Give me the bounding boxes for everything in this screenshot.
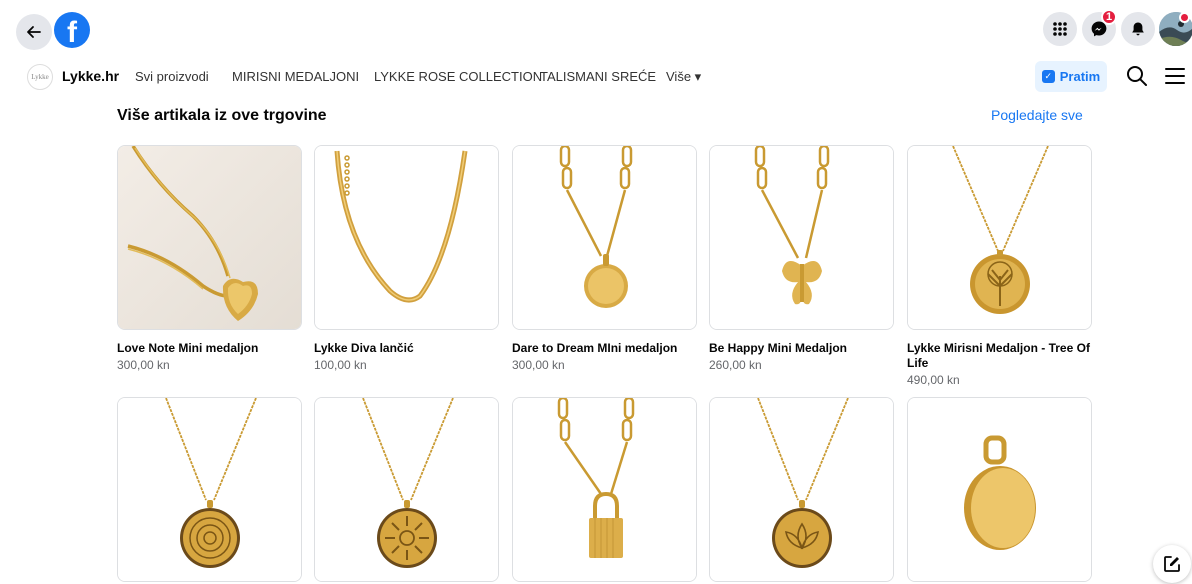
nav-link-rose-collection[interactable]: LYKKE ROSE COLLECTION [374, 69, 542, 84]
nav-link-scented-medallions[interactable]: MIRISNI MEDALJONI [232, 69, 359, 84]
back-button[interactable] [16, 14, 52, 50]
product-image [907, 145, 1092, 330]
product-image [117, 397, 302, 582]
search-button[interactable] [1124, 63, 1150, 89]
product-price: 300,00 kn [512, 358, 565, 372]
product-card[interactable] [314, 397, 499, 582]
avatar-notification-dot [1179, 12, 1190, 23]
section-title: Više artikala iz ove trgovine [117, 107, 327, 124]
search-icon [1127, 66, 1147, 86]
product-image [512, 145, 697, 330]
product-card[interactable]: Be Happy Mini Medaljon 260,00 kn [709, 145, 894, 372]
product-name: Love Note Mini medaljon [117, 341, 259, 355]
compose-icon [1164, 556, 1180, 572]
product-image [907, 397, 1092, 582]
follow-label: Pratim [1059, 69, 1101, 84]
top-bar: f 1 [0, 0, 1192, 58]
shop-logo-text: Lykke [31, 73, 49, 81]
nav-link-all-products[interactable]: Svi proizvodi [135, 69, 209, 84]
notifications-button[interactable] [1121, 12, 1155, 46]
product-card[interactable]: Dare to Dream MIni medaljon 300,00 kn [512, 145, 697, 372]
product-card[interactable]: Love Note Mini medaljon 300,00 kn [117, 145, 302, 372]
hamburger-icon [1165, 68, 1185, 84]
messenger-badge: 1 [1101, 9, 1117, 25]
new-message-button[interactable] [1153, 545, 1191, 583]
product-image [314, 145, 499, 330]
facebook-logo-letter: f [67, 16, 77, 49]
product-card[interactable] [709, 397, 894, 582]
grid-menu-icon [1053, 22, 1067, 36]
check-icon: ✓ [1041, 70, 1055, 83]
bell-icon [1132, 22, 1144, 36]
product-image [512, 397, 697, 582]
product-card[interactable] [907, 397, 1092, 582]
hamburger-menu-button[interactable] [1165, 65, 1185, 87]
product-price: 300,00 kn [117, 358, 170, 372]
product-name: Be Happy Mini Medaljon [709, 341, 848, 355]
follow-button[interactable]: ✓ Pratim [1035, 61, 1107, 92]
facebook-logo[interactable]: f [54, 12, 90, 49]
product-image [117, 145, 302, 330]
product-price: 260,00 kn [709, 358, 762, 372]
product-card[interactable]: Lykke Mirisni Medaljon - Tree Of Life 49… [907, 145, 1092, 387]
nav-more-dropdown[interactable]: Više ▾ [666, 69, 701, 85]
product-price: 490,00 kn [907, 373, 960, 387]
product-price: 100,00 kn [314, 358, 367, 372]
product-name: Lykke Mirisni Medaljon - Tree Of Life [907, 341, 1090, 370]
menu-button[interactable] [1043, 12, 1077, 46]
product-image [314, 397, 499, 582]
product-name: Dare to Dream MIni medaljon [512, 341, 678, 355]
product-image [709, 145, 894, 330]
nav-link-talismans[interactable]: TALISMANI SREĆE [540, 69, 656, 84]
product-card[interactable] [117, 397, 302, 582]
shop-name[interactable]: Lykke.hr [62, 68, 119, 84]
product-card[interactable]: Lykke Diva lančić 100,00 kn [314, 145, 499, 372]
product-name: Lykke Diva lančić [314, 341, 414, 355]
shop-nav: Lykke Lykke.hr Svi proizvodi MIRISNI MED… [0, 60, 1192, 94]
see-all-link[interactable]: Pogledajte sve [991, 107, 1083, 123]
shop-logo[interactable]: Lykke [27, 64, 53, 90]
product-card[interactable] [512, 397, 697, 582]
back-arrow-icon [27, 26, 41, 38]
product-image [709, 397, 894, 582]
